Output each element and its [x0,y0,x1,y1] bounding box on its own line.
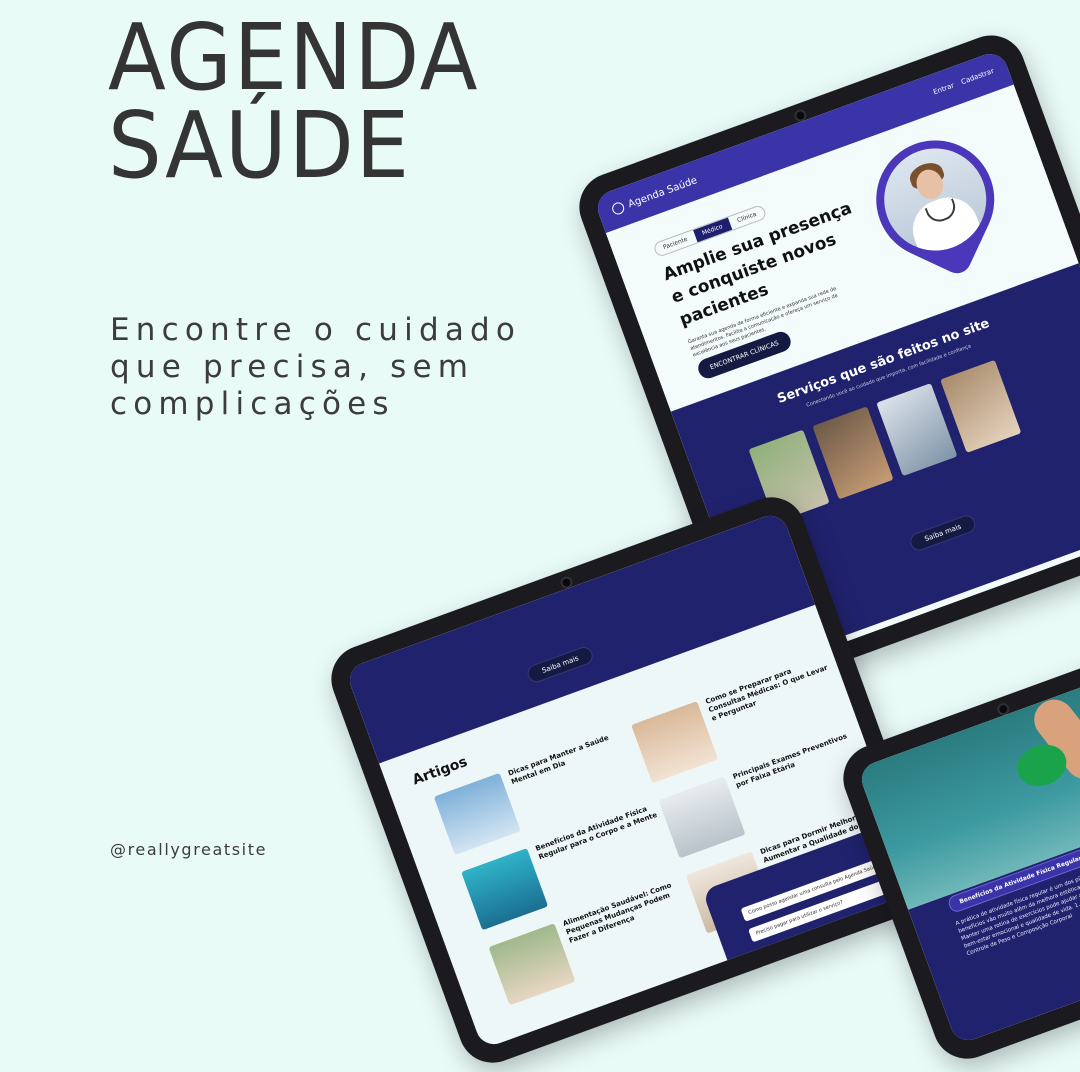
nav-link-signup[interactable]: Cadastrar [960,67,995,86]
brand-title-line1: AGENDA [108,4,480,111]
social-handle: @reallygreatsite [110,840,268,859]
article-image [488,923,576,1006]
tab-clinica[interactable]: Clínica [728,205,766,230]
services-photos [748,359,1022,523]
doctor-avatar-frame [856,121,1014,278]
article-image [433,772,521,856]
service-photo [876,383,958,477]
tablet-screen: Benefícios da Atividade Física Regular p… [856,664,1080,1046]
tagline-line: complicações [110,386,395,422]
service-photo [940,359,1022,453]
article-title[interactable]: Dicas para Manter a Saúde Mental em Dia [881,612,962,654]
articles-heading: Artigos [410,753,470,789]
tab-medico[interactable]: Médico [692,217,733,243]
brand-title: AGENDA SAÚDE [108,4,528,199]
tagline-line: que precisa, sem [110,349,475,385]
service-photo [812,406,894,500]
doctor-photo [869,134,1001,265]
tagline: Encontre o cuidado que precisa, sem comp… [110,312,580,423]
article-image [461,848,549,931]
logo-icon [610,200,626,217]
brand-title-line2: SAÚDE [108,92,412,199]
learn-more-button[interactable]: Saiba mais [907,512,979,554]
nav-links: Entrar Cadastrar [932,67,995,96]
tagline-line: Encontre o cuidado [110,312,522,348]
nav-link-login[interactable]: Entrar [932,81,955,96]
learn-more-button[interactable]: Saiba mais [525,644,596,685]
